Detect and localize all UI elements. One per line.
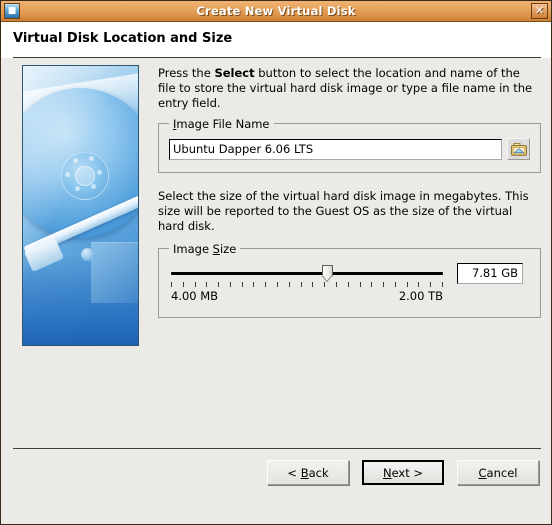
image-size-slider[interactable]: 4.00 MB 2.00 TB — [169, 263, 445, 305]
content-column: Press the Select button to select the lo… — [158, 66, 541, 318]
slider-tick — [171, 282, 172, 287]
slider-tick — [418, 282, 419, 287]
size-group-label-pre: Image — [173, 242, 213, 256]
footer-divider — [13, 448, 541, 449]
slider-tick — [301, 282, 302, 287]
back-button-post: ack — [308, 465, 329, 480]
disk-nub — [81, 248, 94, 261]
disk-block — [91, 242, 138, 303]
slider-thumb[interactable] — [322, 265, 334, 282]
slider-tick — [265, 282, 266, 287]
slider-tick — [348, 282, 349, 287]
next-button[interactable]: Next > — [362, 460, 444, 485]
image-size-value[interactable]: 7.81 GB — [457, 263, 523, 284]
location-instructions: Press the Select button to select the lo… — [158, 66, 534, 111]
group-label-post: mage File Name — [176, 117, 270, 131]
next-button-post: ext > — [391, 465, 424, 480]
size-group-label-mnemonic: S — [212, 242, 220, 256]
size-instructions: Select the size of the virtual hard disk… — [158, 189, 529, 233]
page-header: Virtual Disk Location and Size — [1, 22, 551, 58]
back-button-pre: < — [287, 465, 301, 480]
cancel-button-post: ancel — [486, 465, 518, 480]
size-group-label-post: ize — [219, 242, 237, 256]
slider-tick — [195, 282, 196, 287]
slider-tick — [218, 282, 219, 287]
select-file-button[interactable] — [507, 138, 530, 160]
location-instructions-emphasis: Select — [214, 66, 255, 80]
back-button-mnemonic: B — [300, 465, 309, 480]
slider-tick — [206, 282, 207, 287]
slider-tick — [395, 282, 396, 287]
slider-tick — [289, 282, 290, 287]
hub-screw-dot — [89, 156, 94, 161]
slider-max-label: 2.00 TB — [398, 289, 443, 303]
cancel-button-mnemonic: C — [478, 465, 487, 480]
hub-screw-dot — [97, 170, 102, 175]
slider-tick — [183, 282, 184, 287]
next-button-mnemonic: N — [382, 465, 392, 480]
hub-screw-dot — [91, 184, 96, 189]
slider-tick — [242, 282, 243, 287]
slider-tick — [324, 282, 325, 287]
dialog-footer: < Back Next > Cancel — [1, 450, 551, 495]
back-button[interactable]: < Back — [267, 460, 349, 485]
virtualbox-disk-icon: ■ — [4, 3, 20, 19]
hub-screw-dot — [65, 172, 70, 177]
page-title: Virtual Disk Location and Size — [13, 31, 233, 46]
slider-tick — [312, 282, 313, 287]
slider-tick — [360, 282, 361, 287]
image-file-name-input[interactable] — [169, 138, 502, 160]
slider-tick-marks — [171, 282, 443, 288]
slider-tick — [371, 282, 372, 287]
slider-min-label: 4.00 MB — [171, 289, 219, 303]
cancel-button[interactable]: Cancel — [457, 460, 539, 485]
slider-tick — [336, 282, 337, 287]
title-icon-glyph: ■ — [7, 6, 17, 16]
image-file-name-group: Image File Name — [158, 117, 541, 173]
close-icon-glyph: ✕ — [534, 4, 545, 17]
create-new-virtual-disk-window: ■ Create New Virtual Disk ✕ Virtual Disk… — [0, 0, 552, 525]
close-icon[interactable]: ✕ — [531, 3, 548, 19]
image-file-name-row — [169, 138, 530, 160]
window-title: Create New Virtual Disk — [196, 4, 356, 18]
folder-open-icon — [511, 143, 527, 156]
image-size-group: Image Size 4.00 MB 2.00 TB 7.81 GB — [158, 242, 541, 318]
window-titlebar: ■ Create New Virtual Disk ✕ — [1, 1, 551, 22]
dialog-body: Press the Select button to select the lo… — [1, 58, 551, 495]
hub-screw-dot — [75, 186, 80, 191]
slider-tick — [407, 282, 408, 287]
image-size-group-label: Image Size — [169, 242, 241, 256]
slider-tick — [230, 282, 231, 287]
hard-disk-illustration — [22, 65, 139, 346]
slider-tick — [383, 282, 384, 287]
hub-screw-dot — [73, 158, 78, 163]
slider-tick — [442, 282, 443, 287]
image-size-slider-row: 4.00 MB 2.00 TB 7.81 GB — [169, 263, 530, 305]
slider-thumb-tip — [322, 275, 333, 281]
image-file-name-group-label: Image File Name — [169, 117, 274, 131]
slider-range-labels: 4.00 MB 2.00 TB — [171, 289, 443, 303]
slider-tick — [253, 282, 254, 287]
slider-tick — [277, 282, 278, 287]
slider-track[interactable] — [171, 272, 443, 275]
slider-tick — [430, 282, 431, 287]
location-instructions-part1: Press the — [158, 66, 215, 80]
